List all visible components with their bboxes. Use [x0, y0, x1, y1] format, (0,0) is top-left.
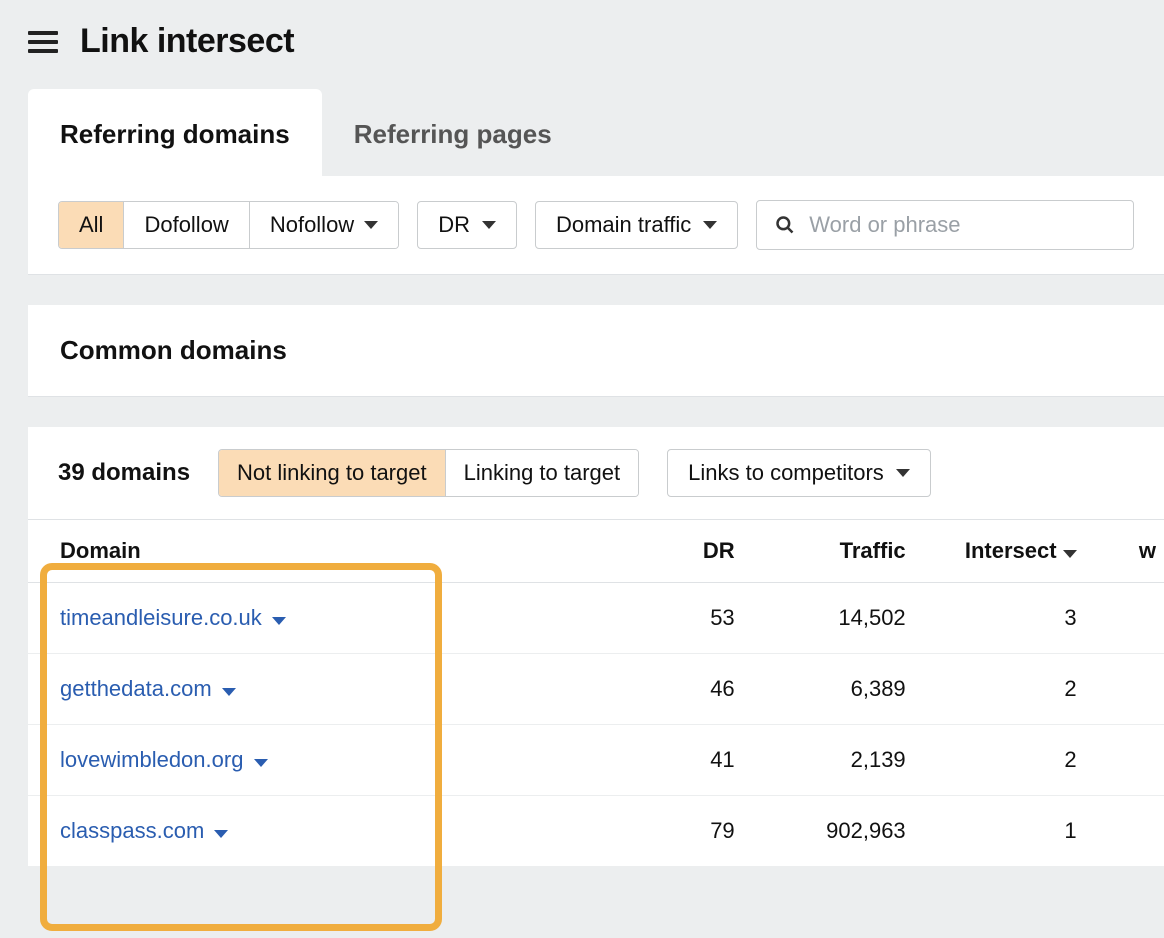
tabs: Referring domains Referring pages: [28, 89, 1164, 176]
cell-dr: 41: [627, 725, 749, 796]
table-row: classpass.com 79902,9631: [28, 796, 1164, 867]
caret-down-icon: [482, 221, 496, 229]
th-intersect[interactable]: Intersect: [920, 520, 1091, 583]
caret-down-icon: [1063, 550, 1077, 558]
filter-nofollow[interactable]: Nofollow: [250, 202, 398, 248]
cell-w: [1091, 796, 1164, 867]
th-traffic[interactable]: Traffic: [749, 520, 920, 583]
page-title: Link intersect: [80, 22, 294, 61]
linking-toggle-group: Not linking to target Linking to target: [218, 449, 639, 497]
caret-down-icon: [703, 221, 717, 229]
domain-toolbar: 39 domains Not linking to target Linking…: [28, 427, 1164, 520]
th-domain[interactable]: Domain: [28, 520, 627, 583]
cell-w: [1091, 654, 1164, 725]
cell-intersect: 3: [920, 583, 1091, 654]
search-box[interactable]: [756, 200, 1134, 250]
hamburger-menu[interactable]: [28, 31, 58, 53]
cell-dr: 53: [627, 583, 749, 654]
filter-dofollow[interactable]: Dofollow: [124, 202, 249, 248]
cell-intersect: 2: [920, 654, 1091, 725]
filter-bar: All Dofollow Nofollow DR Domain traffic: [28, 176, 1164, 275]
filter-dr[interactable]: DR: [417, 201, 517, 249]
table-row: timeandleisure.co.uk 5314,5023: [28, 583, 1164, 654]
caret-down-icon[interactable]: [254, 759, 268, 767]
toggle-linking[interactable]: Linking to target: [446, 450, 639, 496]
cell-traffic: 6,389: [749, 654, 920, 725]
section-title-common-domains: Common domains: [28, 305, 1164, 397]
filter-domain-traffic[interactable]: Domain traffic: [535, 201, 738, 249]
domain-link[interactable]: classpass.com: [60, 818, 204, 843]
domain-link[interactable]: getthedata.com: [60, 676, 212, 701]
caret-down-icon[interactable]: [214, 830, 228, 838]
tab-referring-domains[interactable]: Referring domains: [28, 89, 322, 176]
follow-filter-group: All Dofollow Nofollow: [58, 201, 399, 249]
cell-dr: 46: [627, 654, 749, 725]
cell-intersect: 1: [920, 796, 1091, 867]
cell-traffic: 902,963: [749, 796, 920, 867]
caret-down-icon: [364, 221, 378, 229]
cell-w: [1091, 725, 1164, 796]
domain-link[interactable]: timeandleisure.co.uk: [60, 605, 262, 630]
tab-referring-pages[interactable]: Referring pages: [322, 89, 584, 176]
cell-w: [1091, 583, 1164, 654]
cell-dr: 79: [627, 796, 749, 867]
cell-traffic: 2,139: [749, 725, 920, 796]
cell-traffic: 14,502: [749, 583, 920, 654]
th-w[interactable]: w: [1091, 520, 1164, 583]
search-icon: [775, 215, 795, 235]
table-row: getthedata.com 466,3892: [28, 654, 1164, 725]
search-input[interactable]: [807, 211, 1115, 239]
caret-down-icon: [896, 469, 910, 477]
filter-all[interactable]: All: [59, 202, 124, 248]
cell-intersect: 2: [920, 725, 1091, 796]
th-dr[interactable]: DR: [627, 520, 749, 583]
domains-table: Domain DR Traffic Intersect w timeandlei…: [28, 520, 1164, 867]
caret-down-icon[interactable]: [222, 688, 236, 696]
table-row: lovewimbledon.org 412,1392: [28, 725, 1164, 796]
domain-count: 39 domains: [58, 459, 190, 487]
filter-links-to-competitors[interactable]: Links to competitors: [667, 449, 931, 497]
caret-down-icon[interactable]: [272, 617, 286, 625]
toggle-not-linking[interactable]: Not linking to target: [219, 450, 446, 496]
domain-link[interactable]: lovewimbledon.org: [60, 747, 243, 772]
